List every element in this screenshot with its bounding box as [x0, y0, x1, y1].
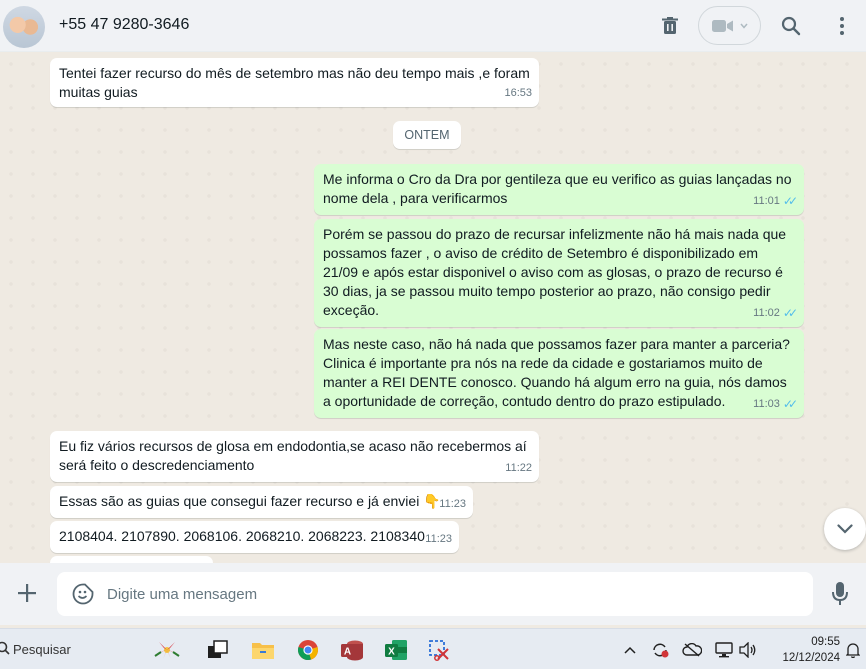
- chrome-icon[interactable]: [296, 638, 320, 662]
- message-outgoing[interactable]: Porém se passou do prazo de recursar inf…: [314, 219, 804, 327]
- chat-header: +55 47 9280-3646: [0, 0, 866, 52]
- message-incoming[interactable]: 2108404. 2107890. 2068106. 2068210. 2068…: [50, 521, 459, 553]
- message-incoming[interactable]: Tentei fazer recurso do mês de setembro …: [50, 58, 539, 107]
- read-receipt-icon: ✓✓: [782, 397, 798, 411]
- access-app-icon[interactable]: A: [340, 638, 364, 662]
- message-input-box[interactable]: [57, 572, 813, 616]
- message-text: Tentei fazer recurso do mês de setembro …: [59, 65, 530, 100]
- chevron-down-icon: [837, 524, 853, 534]
- chevron-down-icon: [739, 23, 748, 29]
- task-view-icon[interactable]: [206, 638, 230, 662]
- svg-text:X: X: [388, 647, 395, 658]
- message-list[interactable]: Tentei fazer recurso do mês de setembro …: [0, 53, 866, 563]
- search-icon[interactable]: [776, 11, 806, 41]
- tray-overflow-chevron-icon[interactable]: [620, 641, 640, 659]
- svg-text:A: A: [344, 647, 351, 658]
- poinsettia-widget-icon[interactable]: [150, 638, 184, 662]
- message-incoming[interactable]: Eu fiz vários recursos de glosa em endod…: [50, 431, 539, 482]
- contact-name[interactable]: +55 47 9280-3646: [59, 16, 189, 34]
- read-receipt-icon: ✓✓: [782, 194, 798, 208]
- scroll-to-bottom-button[interactable]: [824, 508, 866, 550]
- microphone-icon[interactable]: [830, 581, 852, 607]
- sticker-emoji-icon[interactable]: [72, 583, 94, 605]
- taskbar-search-label[interactable]: Pesquisar: [13, 642, 71, 657]
- menu-kebab-icon[interactable]: [827, 11, 857, 41]
- video-call-button[interactable]: [698, 6, 761, 45]
- message-text: Me informa o Cro da Dra por gentileza qu…: [323, 171, 792, 206]
- date-divider: ONTEM: [393, 121, 461, 149]
- volume-icon[interactable]: [738, 641, 758, 659]
- message-time: 11:01: [753, 195, 780, 207]
- message-outgoing[interactable]: Me informa o Cro da Dra por gentileza qu…: [314, 164, 804, 215]
- network-icon[interactable]: [714, 641, 734, 659]
- cloud-offline-icon[interactable]: [682, 641, 702, 659]
- notification-bell-icon[interactable]: [843, 641, 863, 659]
- attach-plus-icon[interactable]: [14, 580, 40, 606]
- sync-icon[interactable]: [650, 641, 670, 659]
- message-incoming[interactable]: Essas são as guias que consegui fazer re…: [50, 486, 473, 518]
- trash-icon[interactable]: [655, 11, 685, 41]
- excel-icon[interactable]: X: [384, 638, 408, 662]
- file-explorer-icon[interactable]: [251, 638, 275, 662]
- system-clock[interactable]: 09:55 12/12/2024: [766, 634, 840, 666]
- message-time: 11:23: [439, 498, 466, 510]
- message-time: 11:03: [753, 398, 780, 410]
- message-text: 2108404. 2107890. 2068106. 2068210. 2068…: [59, 528, 425, 544]
- clock-date: 12/12/2024: [782, 652, 840, 664]
- message-text: Essas são as guias que consegui fazer re…: [59, 493, 441, 509]
- video-camera-icon: [711, 19, 733, 32]
- message-input[interactable]: [107, 583, 797, 605]
- snipping-tool-icon[interactable]: [428, 638, 452, 662]
- message-time: 11:02: [753, 307, 780, 319]
- contact-avatar[interactable]: [3, 6, 45, 48]
- message-time: 16:53: [504, 87, 532, 99]
- message-time: 11:23: [425, 533, 452, 545]
- message-text: Porém se passou do prazo de recursar inf…: [323, 226, 787, 318]
- message-outgoing[interactable]: Mas neste caso, não há nada que possamos…: [314, 329, 804, 418]
- message-text: Mas neste caso, não há nada que possamos…: [323, 336, 790, 409]
- message-composer: [0, 563, 866, 625]
- read-receipt-icon: ✓✓: [782, 306, 798, 320]
- taskbar-search-icon[interactable]: [0, 641, 10, 660]
- message-incoming-partial: [50, 556, 213, 563]
- message-text: Eu fiz vários recursos de glosa em endod…: [59, 438, 527, 473]
- windows-taskbar: Pesquisar A X 09:55 12/12/2024: [0, 628, 866, 669]
- clock-time: 09:55: [811, 636, 840, 648]
- message-time: 11:22: [505, 462, 532, 474]
